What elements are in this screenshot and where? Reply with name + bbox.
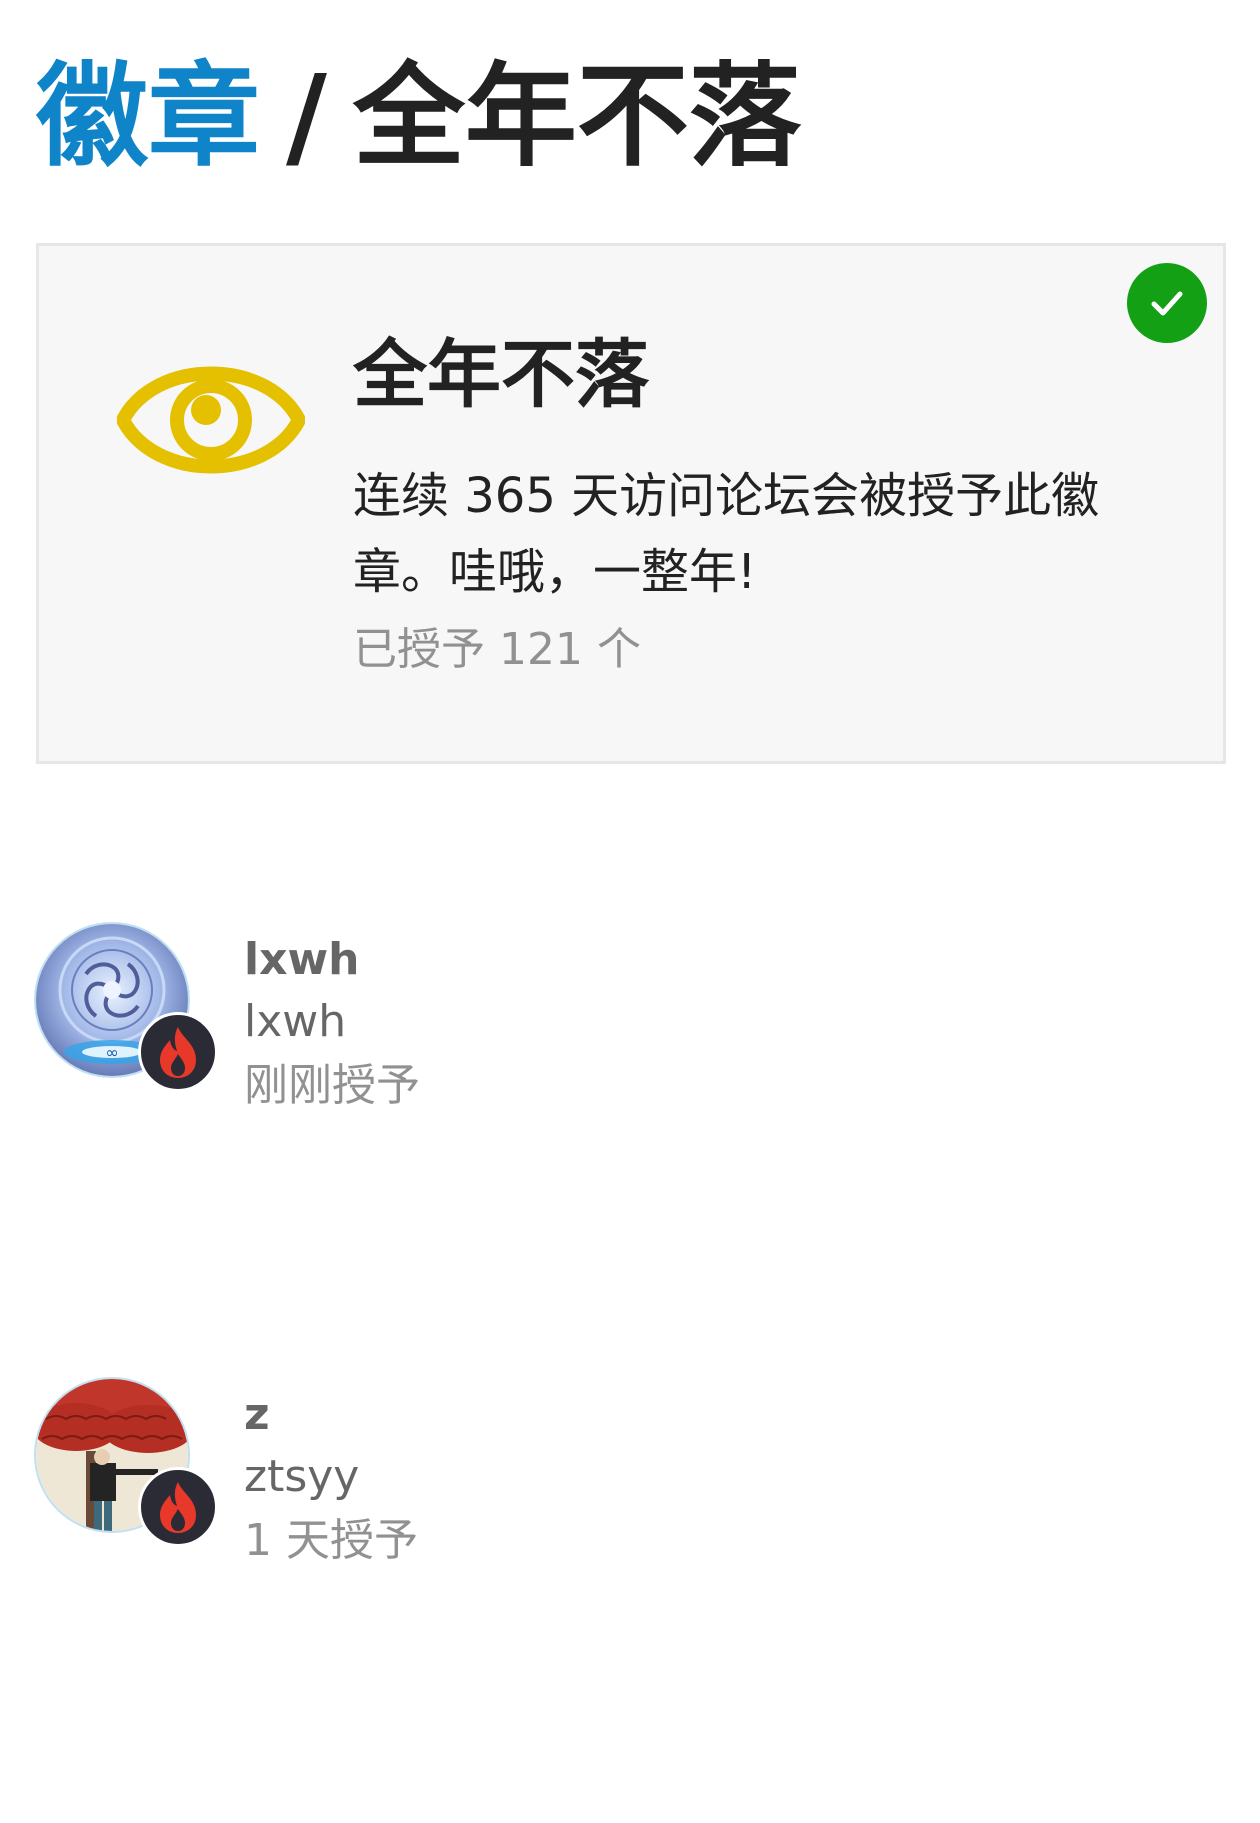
user-display-name[interactable]: lxwh bbox=[244, 934, 359, 987]
list-item: z ztsyy 1 天授予 bbox=[36, 1375, 1226, 1566]
breadcrumb-separator: / bbox=[286, 52, 327, 182]
check-icon bbox=[1127, 263, 1207, 343]
badge-name: 全年不落 bbox=[353, 332, 649, 418]
user-avatar-link[interactable]: ∞ bbox=[36, 924, 218, 1094]
fire-icon bbox=[138, 1467, 218, 1547]
badge-card: 全年不落 连续 365 天访问论坛会被授予此徽章。哇哦，一整年! 已授予 121… bbox=[36, 243, 1226, 764]
eye-icon bbox=[116, 344, 306, 496]
user-display-name[interactable]: z bbox=[244, 1389, 270, 1442]
page-title: 全年不落 bbox=[352, 52, 801, 182]
user-username[interactable]: ztsyy bbox=[244, 1451, 359, 1504]
badge-description: 连续 365 天访问论坛会被授予此徽章。哇哦，一整年! bbox=[353, 468, 1100, 600]
fire-icon bbox=[138, 1012, 218, 1092]
granted-time: 1 天授予 bbox=[244, 1515, 418, 1566]
user-avatar-link[interactable] bbox=[36, 1379, 218, 1549]
list-item: ∞ lxwh lxwh 刚刚授予 bbox=[36, 920, 1226, 1111]
svg-text:∞: ∞ bbox=[105, 1043, 118, 1062]
badge-granted-count: 已授予 121 个 bbox=[353, 624, 641, 675]
user-username[interactable]: lxwh bbox=[244, 996, 346, 1049]
granted-time: 刚刚授予 bbox=[244, 1060, 420, 1111]
breadcrumb: 徽章 / 全年不落 bbox=[36, 52, 801, 182]
breadcrumb-badges-link[interactable]: 徽章 bbox=[36, 61, 260, 173]
